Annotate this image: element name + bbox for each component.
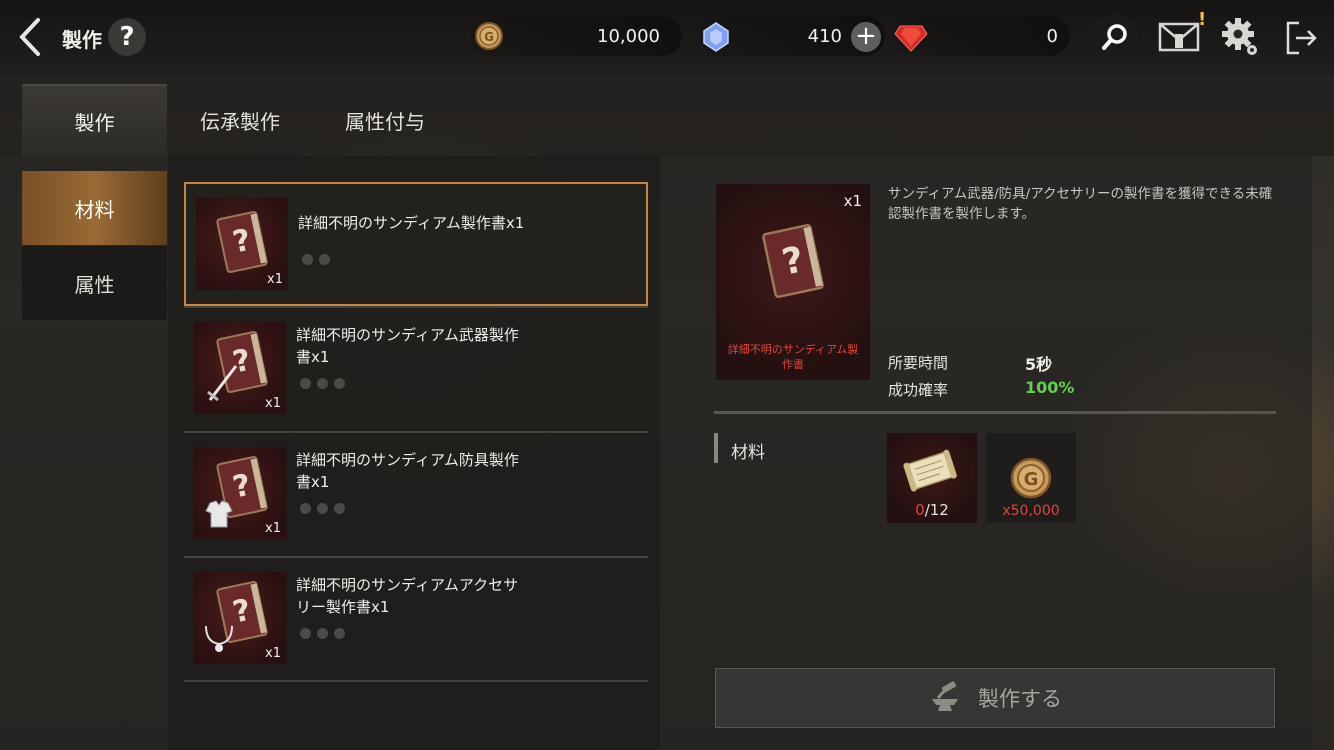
gold-amount: 10,000	[597, 26, 660, 47]
add-crystal-button[interactable]: +	[851, 22, 881, 52]
crystal-amount: 410	[807, 26, 842, 47]
recipe-grade-dots	[302, 254, 330, 265]
svg-text:G: G	[1024, 469, 1039, 490]
material-count: 0/12	[887, 501, 977, 519]
gold-coin-icon: G	[1010, 457, 1052, 499]
recipe-thumbnail: ? x1	[194, 572, 286, 664]
tab-attribute-enchant[interactable]: 属性付与	[325, 84, 445, 156]
ruby-amount: 0	[1046, 26, 1058, 47]
tab-legacy-craft[interactable]: 伝承製作	[180, 84, 300, 156]
recipe-name-line: 詳細不明のサンディアム製作書x1	[298, 214, 525, 232]
settings-gear-icon[interactable]	[1222, 16, 1260, 58]
help-button[interactable]: ?	[108, 18, 146, 56]
recipe-thumbnail: ? x1	[194, 447, 286, 539]
selected-item-name-line: 詳細不明のサンディアム製	[727, 343, 859, 356]
recipe-quantity: x1	[265, 521, 281, 536]
crystal-icon	[703, 22, 729, 52]
recipe-item[interactable]: ? x1 詳細不明のサンディアム製作書x1	[184, 182, 648, 306]
recipe-thumbnail: ? x1	[194, 322, 286, 414]
recipe-quantity: x1	[265, 646, 281, 661]
material-need-count: /12	[924, 501, 949, 519]
recipe-grade-dots	[300, 378, 345, 389]
side-category-materials[interactable]: 材料	[22, 171, 167, 245]
recipe-name-line: 書x1	[296, 348, 330, 366]
recipe-name: 詳細不明のサンディアム武器製作 書x1	[296, 324, 536, 368]
recipe-name-line: リー製作書x1	[296, 598, 390, 616]
sword-icon	[207, 365, 238, 402]
anvil-hammer-icon	[932, 681, 958, 711]
description-line: 認製作書を製作します。	[888, 206, 1036, 222]
ruby-icon	[894, 25, 928, 52]
craft-button-label: 製作する	[978, 687, 1062, 711]
item-description: サンディアム武器/防具/アクセサリーの製作書を獲得できる未確 認製作書を製作しま…	[888, 184, 1302, 224]
armor-icon	[205, 500, 233, 528]
scroll-icon	[903, 449, 957, 492]
exit-icon[interactable]	[1285, 20, 1319, 56]
materials-label: 材料	[731, 443, 765, 463]
material-have-count: 0	[915, 501, 925, 519]
recipe-name: 詳細不明のサンディアム防具製作 書x1	[296, 449, 536, 493]
divider	[184, 306, 648, 308]
success-rate-value: 100%	[1025, 378, 1075, 397]
necklace-icon	[205, 625, 233, 652]
selected-item-preview: x1 ? 詳細不明のサンディアム製 作書	[716, 184, 870, 380]
recipe-grade-dots	[300, 628, 345, 639]
success-rate-label: 成功確率	[888, 381, 949, 399]
recipe-thumbnail: ? x1	[196, 198, 288, 290]
recipe-item[interactable]: ? x1 詳細不明のサンディアムアクセサ リー製作書x1	[184, 556, 648, 682]
craft-time-label: 所要時間	[888, 354, 949, 372]
material-slot-scroll[interactable]: 0/12	[887, 433, 977, 523]
recipe-item[interactable]: ? x1 詳細不明のサンディアム防具製作 書x1	[184, 431, 648, 557]
description-line: サンディアム武器/防具/アクセサリーの製作書を獲得できる未確	[888, 186, 1273, 202]
divider	[184, 680, 648, 682]
selected-item-name-line: 作書	[782, 358, 804, 371]
recipe-name: 詳細不明のサンディアムアクセサ リー製作書x1	[296, 574, 536, 618]
search-icon	[1102, 24, 1127, 50]
tab-craft[interactable]: 製作	[22, 84, 167, 156]
svg-text:G: G	[484, 30, 494, 44]
back-arrow-icon[interactable]	[14, 16, 46, 58]
recipe-quantity: x1	[267, 272, 283, 287]
recipe-grade-dots	[300, 503, 345, 514]
materials-marker	[714, 433, 718, 463]
side-category-attributes[interactable]: 属性	[22, 246, 167, 320]
recipe-name-line: 詳細不明のサンディアム防具製作	[296, 451, 519, 469]
detail-divider	[714, 411, 1276, 414]
selected-item-quantity: x1	[843, 192, 862, 210]
material-gold-amount: x50,000	[1002, 503, 1060, 519]
recipe-name-line: 詳細不明のサンディアムアクセサ	[296, 576, 519, 594]
selected-item-name: 詳細不明のサンディアム製 作書	[720, 342, 866, 372]
search-button[interactable]	[1092, 14, 1138, 60]
tab-bar: 製作 伝承製作 属性付与	[0, 74, 1334, 156]
divider	[184, 556, 648, 558]
mailbox-notification-badge: !	[1198, 9, 1207, 30]
recipe-name: 詳細不明のサンディアム製作書x1	[298, 212, 538, 234]
craft-button[interactable]: 製作する	[715, 668, 1275, 728]
craft-time-value: 5秒	[1025, 355, 1053, 374]
recipe-quantity: x1	[265, 396, 281, 411]
recipe-item[interactable]: ? x1 詳細不明のサンディアム武器製作 書x1	[184, 306, 648, 432]
divider	[184, 431, 648, 433]
material-slot-gold[interactable]: G x50,000	[986, 433, 1076, 523]
recipe-name-line: 書x1	[296, 473, 330, 491]
mystery-book-icon: ?	[762, 224, 824, 298]
mailbox-icon[interactable]	[1158, 20, 1200, 54]
page-title: 製作	[62, 28, 102, 52]
top-bar: 製作 ? G 10,000 410 + 0 !	[0, 0, 1334, 74]
recipe-name-line: 詳細不明のサンディアム武器製作	[296, 326, 519, 344]
gold-coin-icon: G	[475, 22, 503, 50]
